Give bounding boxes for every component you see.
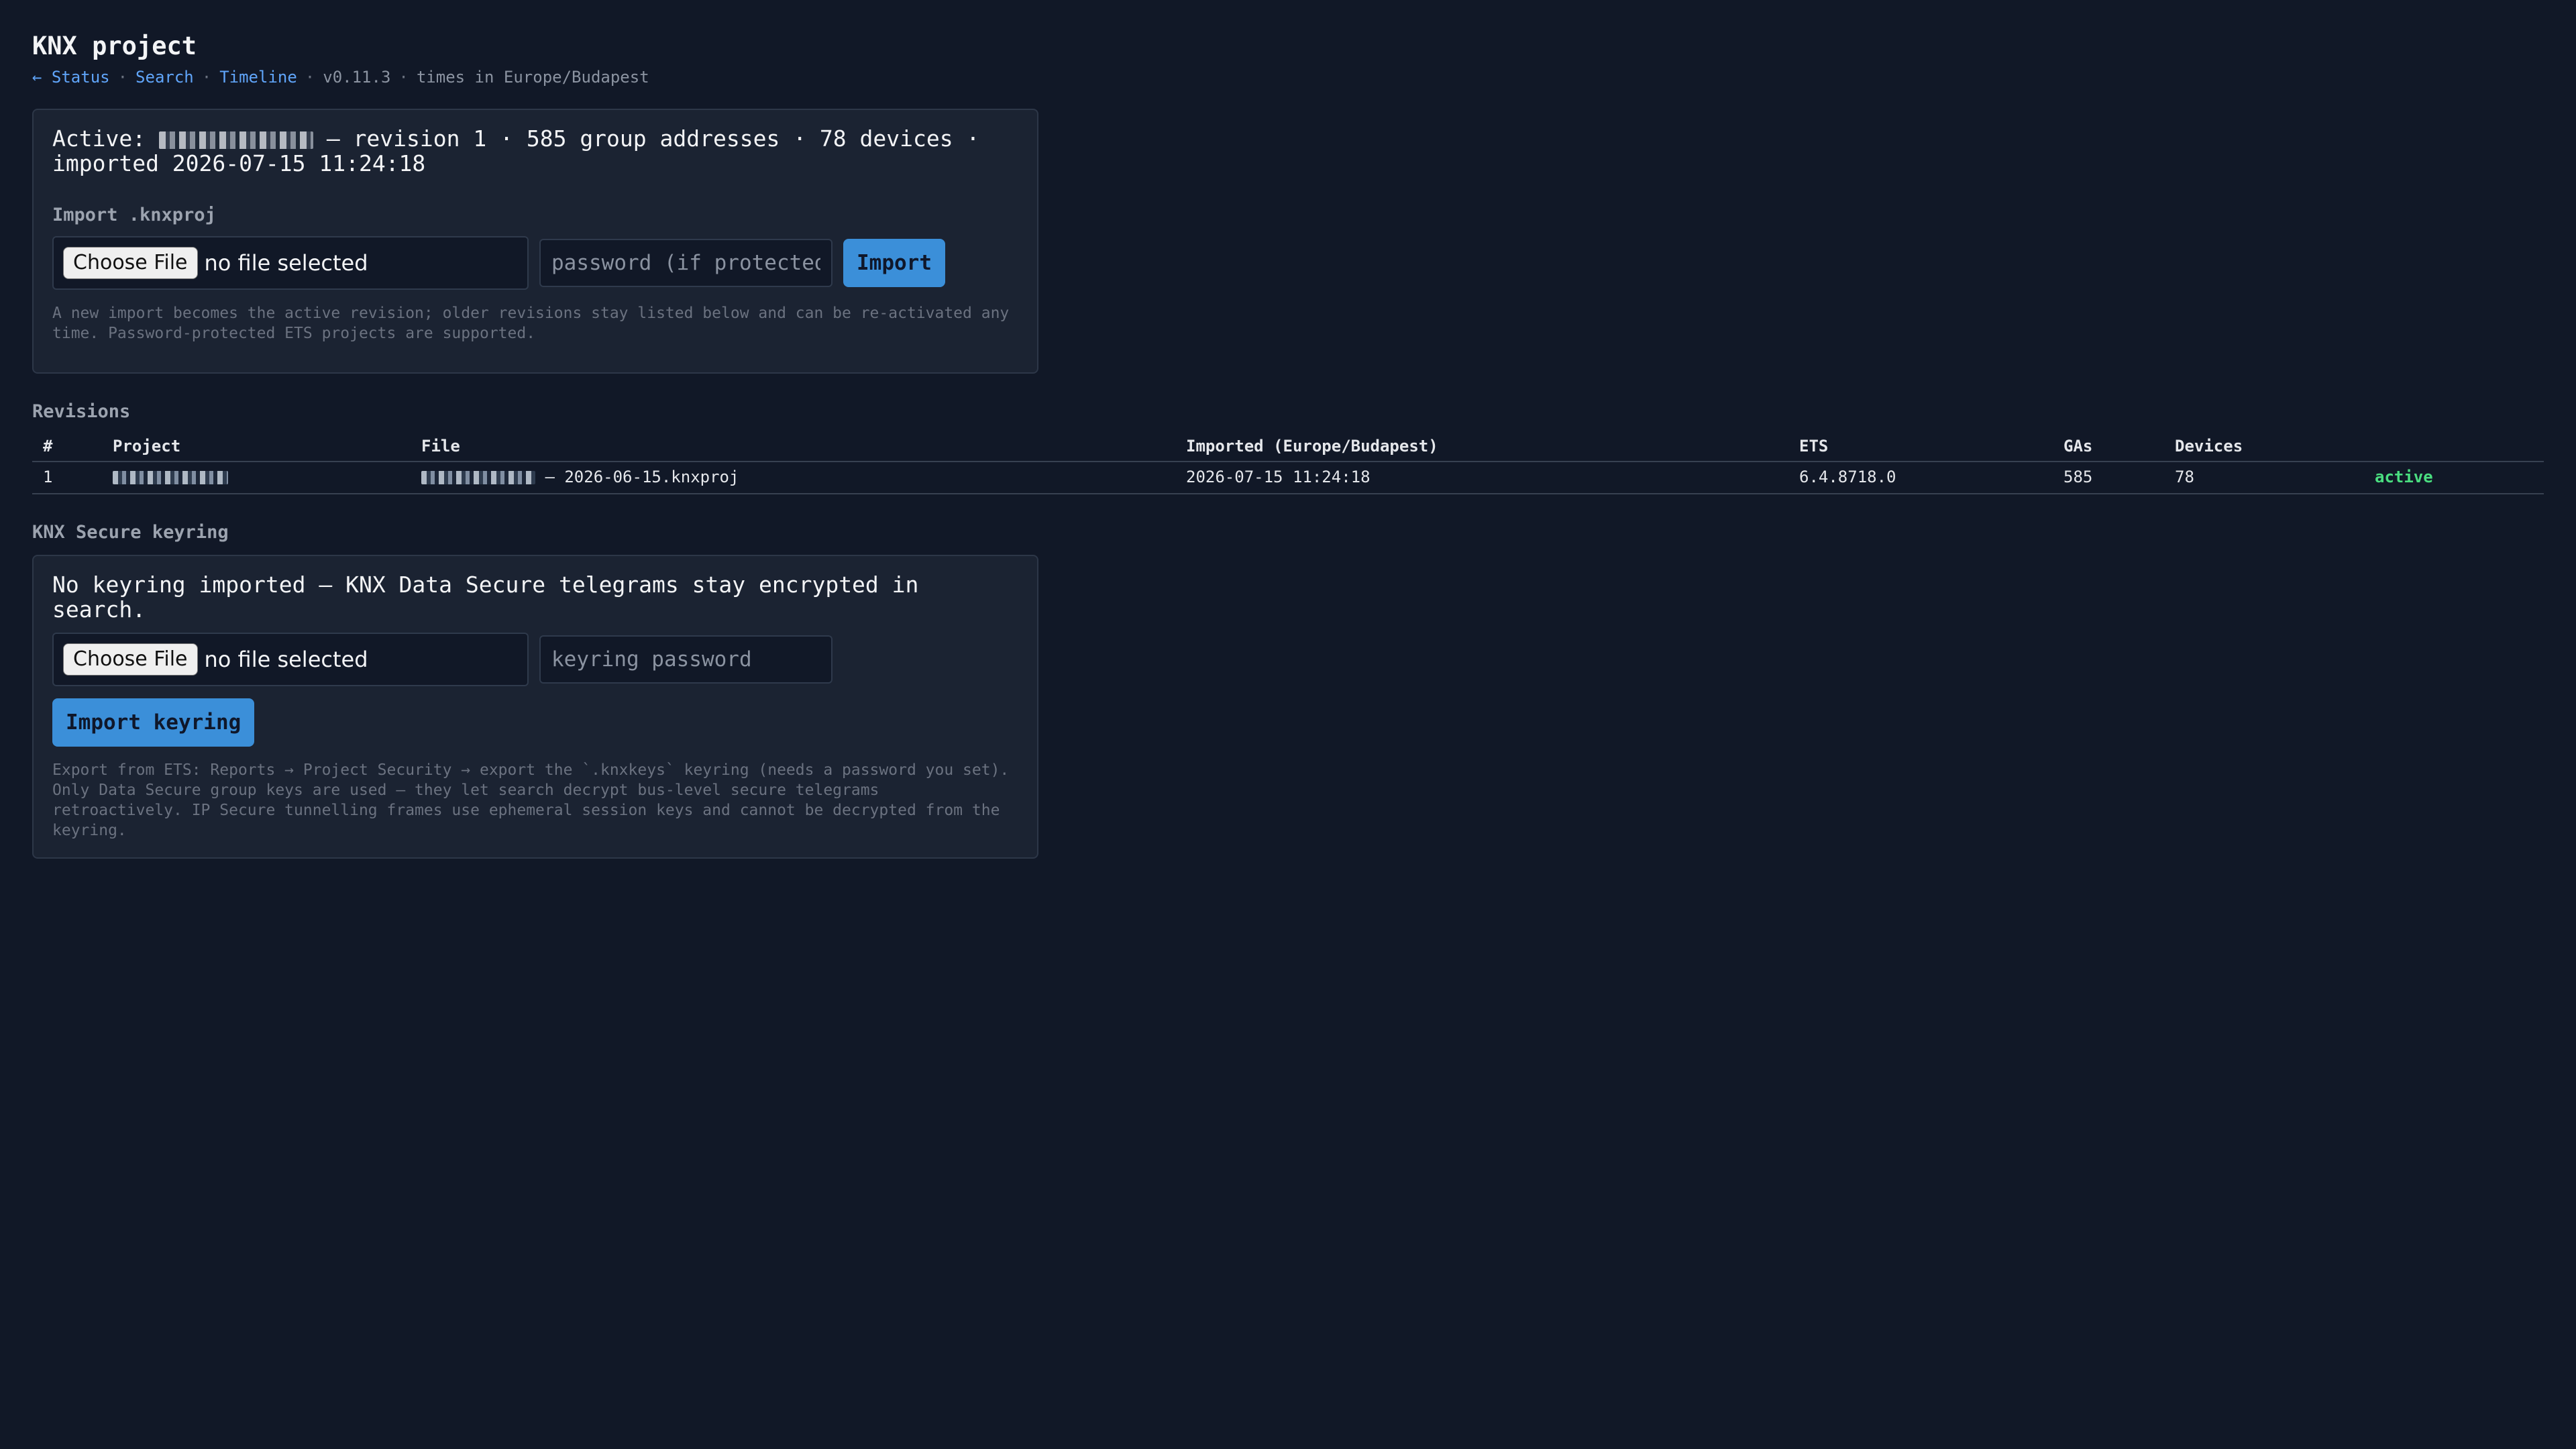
import-button[interactable]: Import — [843, 239, 945, 287]
keyring-password-input[interactable] — [539, 635, 833, 684]
redacted-project-name — [158, 131, 313, 149]
revision-file: – 2026-06-15.knxproj — [411, 462, 1175, 494]
revision-ets: 6.4.8718.0 — [1788, 462, 2053, 494]
column-header-devices: Devices — [2164, 433, 2364, 462]
status-link[interactable]: ← Status — [32, 68, 110, 87]
column-header-gas: GAs — [2053, 433, 2164, 462]
choose-file-button[interactable]: Choose File — [63, 643, 198, 676]
table-row: 1 – 2026-06-15.knxproj 2026-07-15 11:24:… — [32, 462, 2544, 494]
page-title: KNX project — [32, 32, 197, 60]
keyring-import-form: Choose File no file selected Import keyr… — [52, 633, 1018, 747]
revision-gas: 585 — [2053, 462, 2164, 494]
keyring-hint: Export from ETS: Reports → Project Secur… — [52, 761, 1010, 839]
revisions-title: Revisions — [32, 401, 131, 422]
active-prefix: Active: — [52, 125, 146, 152]
column-header-project: Project — [102, 433, 411, 462]
revision-number: 1 — [32, 462, 102, 494]
file-status-label: no file selected — [204, 250, 368, 276]
project-password-input[interactable] — [539, 239, 833, 287]
column-header-number: # — [32, 433, 102, 462]
choose-file-button[interactable]: Choose File — [63, 247, 198, 279]
revisions-table: # Project File Imported (Europe/Budapest… — [32, 433, 2544, 494]
project-file-input[interactable]: Choose File no file selected — [52, 236, 529, 290]
timezone-note: times in Europe/Budapest — [416, 68, 649, 87]
import-knxproj-label: Import .knxproj — [52, 205, 216, 225]
nav-separator: · — [201, 68, 212, 87]
keyring-status-message: No keyring imported — KNX Data Secure te… — [52, 572, 919, 623]
revision-devices: 78 — [2164, 462, 2364, 494]
search-link[interactable]: Search — [136, 68, 194, 87]
keyring-section-title: KNX Secure keyring — [32, 522, 229, 543]
column-header-ets: ETS — [1788, 433, 2053, 462]
keyring-card: No keyring imported — KNX Data Secure te… — [32, 555, 1038, 859]
project-import-form: Choose File no file selected Import — [52, 236, 1018, 290]
column-header-status — [2364, 433, 2544, 462]
file-status-label: no file selected — [204, 647, 368, 672]
redacted-file-name — [421, 471, 535, 484]
revision-file-suffix: – 2026-06-15.knxproj — [545, 468, 739, 486]
nav-separator: · — [398, 68, 409, 87]
keyring-file-input[interactable]: Choose File no file selected — [52, 633, 529, 686]
revision-status: active — [2364, 462, 2544, 494]
timeline-link[interactable]: Timeline — [219, 68, 297, 87]
import-keyring-button[interactable]: Import keyring — [52, 698, 255, 747]
nav-bar: ← Status · Search · Timeline · v0.11.3 · times i… — [32, 66, 2544, 89]
version-label: v0.11.3 — [323, 68, 391, 87]
column-header-imported: Imported (Europe/Budapest) — [1175, 433, 1788, 462]
nav-separator: · — [305, 68, 315, 87]
table-header-row: # Project File Imported (Europe/Budapest… — [32, 433, 2544, 462]
redacted-project-name — [113, 471, 228, 484]
import-hint: A new import becomes the active revision… — [52, 305, 1010, 342]
active-revision-summary: Active: — revision 1 · 585 group address… — [52, 126, 1018, 176]
page-root: KNX project ← Status · Search · Timeline · v0.… — [0, 0, 2576, 1449]
keyring-input-row: Choose File no file selected — [52, 633, 1018, 686]
revision-project — [102, 462, 411, 494]
revision-imported: 2026-07-15 11:24:18 — [1175, 462, 1788, 494]
status-badge: active — [2375, 468, 2433, 486]
project-import-card: Active: — revision 1 · 585 group address… — [32, 109, 1038, 374]
nav-separator: · — [117, 68, 128, 87]
column-header-file: File — [411, 433, 1175, 462]
